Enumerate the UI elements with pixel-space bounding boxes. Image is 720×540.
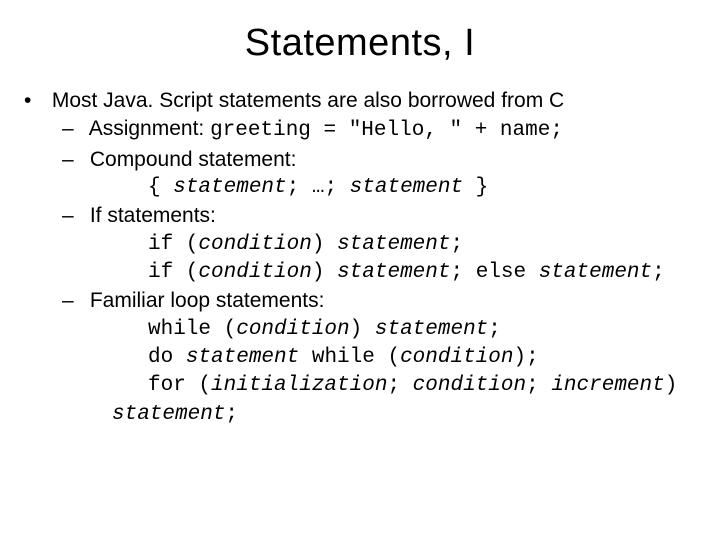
bullet-list: Most Java. Script statements are also bo… bbox=[28, 87, 692, 429]
txt: ; bbox=[488, 318, 501, 341]
txt: while ( bbox=[148, 318, 236, 341]
txt: statement bbox=[375, 318, 488, 341]
txt: ; bbox=[387, 374, 412, 397]
sub-item-compound: Compound statement: { statement; …; stat… bbox=[84, 146, 692, 203]
txt: statement bbox=[173, 176, 286, 199]
loops-label: Familiar loop statements: bbox=[90, 289, 325, 312]
do-line: do statement while (condition); bbox=[84, 344, 692, 372]
txt: statement bbox=[337, 233, 450, 256]
txt: if ( bbox=[148, 233, 198, 256]
txt: condition bbox=[400, 346, 513, 369]
assignment-label: Assignment: bbox=[89, 117, 210, 140]
txt: statement bbox=[539, 261, 652, 284]
txt: ) bbox=[350, 318, 375, 341]
txt: ; …; bbox=[287, 176, 350, 199]
txt: ; bbox=[450, 233, 463, 256]
if-label: If statements: bbox=[90, 204, 216, 227]
txt: initialization bbox=[211, 374, 387, 397]
txt: statement bbox=[337, 261, 450, 284]
txt: do bbox=[148, 346, 186, 369]
txt: ; bbox=[526, 374, 551, 397]
sub-item-loops: Familiar loop statements: while (conditi… bbox=[84, 287, 692, 429]
txt: { bbox=[148, 176, 173, 199]
bullet-intro: Most Java. Script statements are also bo… bbox=[52, 89, 564, 112]
txt: statement bbox=[350, 176, 463, 199]
txt: ; bbox=[652, 261, 665, 284]
txt: condition bbox=[198, 261, 311, 284]
txt: ) bbox=[312, 261, 337, 284]
txt: condition bbox=[236, 318, 349, 341]
txt: } bbox=[463, 176, 488, 199]
while-line: while (condition) statement; bbox=[84, 316, 692, 344]
txt: for ( bbox=[148, 374, 211, 397]
txt: condition bbox=[413, 374, 526, 397]
txt: ) bbox=[665, 374, 678, 397]
txt: ; else bbox=[450, 261, 538, 284]
txt: statement bbox=[112, 403, 225, 426]
sub-item-assignment: Assignment: greeting = "Hello, " + name; bbox=[84, 115, 692, 145]
for-line-1: for (initialization; condition; incremen… bbox=[84, 372, 692, 400]
txt: if ( bbox=[148, 261, 198, 284]
for-line-2: statement; bbox=[84, 401, 692, 429]
slide: Statements, I Most Java. Script statemen… bbox=[0, 0, 720, 540]
txt: while ( bbox=[299, 346, 400, 369]
slide-title: Statements, I bbox=[28, 22, 692, 65]
sub-item-if: If statements: if (condition) statement;… bbox=[84, 202, 692, 287]
if-line-2: if (condition) statement; else statement… bbox=[84, 259, 692, 287]
txt: ) bbox=[312, 233, 337, 256]
txt: condition bbox=[198, 233, 311, 256]
txt: ); bbox=[513, 346, 538, 369]
txt: statement bbox=[186, 346, 299, 369]
compound-label: Compound statement: bbox=[90, 148, 297, 171]
if-line-1: if (condition) statement; bbox=[84, 231, 692, 259]
txt: ; bbox=[225, 403, 238, 426]
txt: increment bbox=[551, 374, 664, 397]
assignment-code: greeting = "Hello, " + name; bbox=[210, 119, 563, 142]
compound-line: { statement; …; statement } bbox=[84, 174, 692, 202]
sub-list: Assignment: greeting = "Hello, " + name;… bbox=[46, 115, 692, 429]
bullet-item: Most Java. Script statements are also bo… bbox=[46, 87, 692, 429]
